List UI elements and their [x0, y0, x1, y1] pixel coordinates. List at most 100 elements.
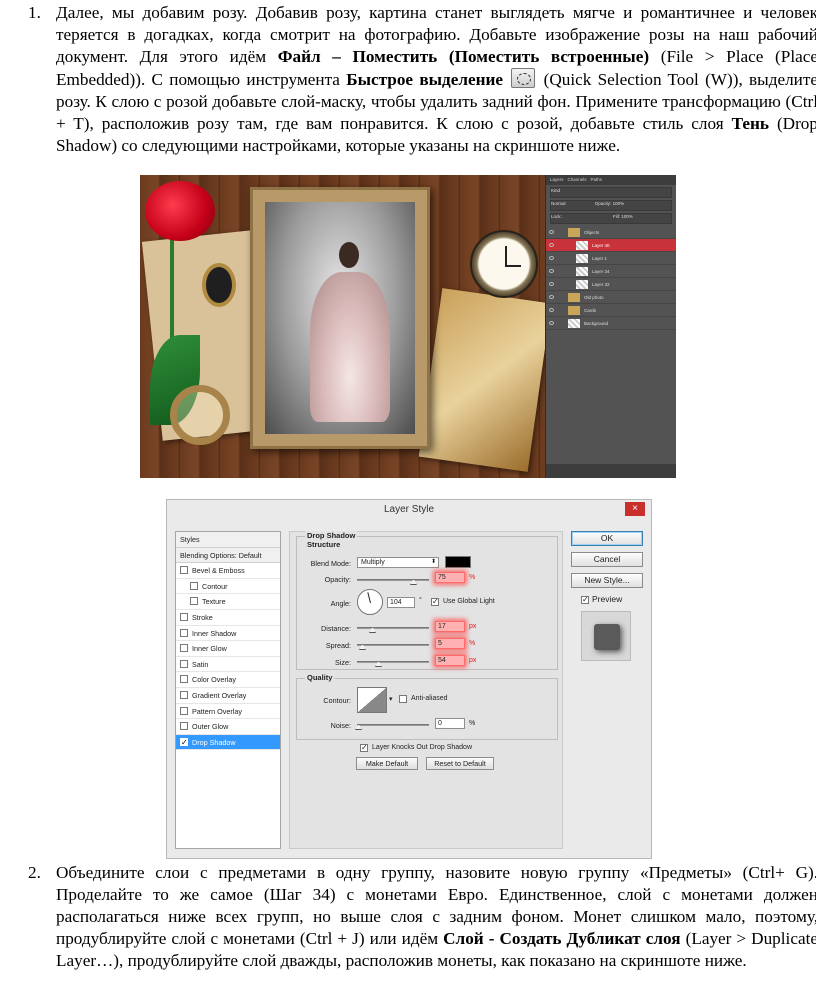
layer-filter-row[interactable]: Kind — [550, 187, 672, 198]
opacity-slider[interactable] — [357, 579, 429, 581]
anti-aliased-checkbox[interactable] — [399, 695, 407, 703]
fill-value[interactable]: 100% — [621, 214, 633, 219]
style-checkbox[interactable] — [180, 566, 188, 575]
quality-title: Quality — [305, 673, 335, 682]
style-checkbox[interactable] — [180, 690, 188, 699]
style-checkbox[interactable] — [180, 675, 188, 684]
layer-name: Old photo — [584, 295, 604, 300]
opacity-value[interactable]: 100% — [613, 201, 625, 206]
angle-degree-unit: ° — [419, 597, 422, 604]
lock-fill-row[interactable]: Lock: Fill: 100% — [550, 213, 672, 224]
style-item[interactable]: Texture — [176, 594, 280, 610]
noise-slider[interactable] — [357, 724, 429, 726]
dropdown-arrow-icon: ⬍ — [430, 559, 436, 565]
opacity-label: Opacity: — [324, 575, 351, 584]
style-item[interactable]: Bevel & Emboss — [176, 563, 280, 579]
layer-row[interactable]: Layer 40 — [546, 239, 676, 252]
layer-thumbnail — [568, 319, 580, 329]
use-global-light-checkbox[interactable]: ✓ — [431, 598, 439, 606]
layer-thumbnail — [576, 267, 588, 277]
distance-input[interactable]: 17 — [435, 621, 465, 632]
angle-input[interactable]: 104 — [387, 597, 415, 608]
layer-row[interactable]: Background — [546, 317, 676, 330]
fill-label: Fill: — [613, 214, 621, 219]
quality-group: Quality Contour: ▾ Anti-aliased Noise: 0… — [296, 673, 558, 740]
noise-label: Noise: — [330, 721, 351, 730]
contour-dropdown-icon[interactable]: ▾ — [389, 695, 393, 703]
visibility-eye-icon[interactable] — [549, 282, 554, 286]
preview-checkbox[interactable]: ✓ — [581, 596, 589, 604]
visibility-eye-icon[interactable] — [549, 256, 554, 260]
style-checkbox[interactable] — [180, 659, 188, 668]
blend-mode-label: Blend Mode: — [310, 559, 351, 568]
make-default-button[interactable]: Make Default — [356, 757, 418, 770]
style-checkbox[interactable] — [180, 612, 188, 621]
style-checkbox[interactable] — [180, 735, 188, 750]
layer-row[interactable]: Layer 32 — [546, 278, 676, 291]
opacity-input[interactable]: 75 — [435, 572, 465, 583]
step-1-number: 1. — [28, 3, 41, 22]
style-item-label: Outer Glow — [192, 722, 229, 732]
style-item[interactable]: Pattern Overlay — [176, 704, 280, 720]
cancel-button[interactable]: Cancel — [571, 552, 643, 567]
style-item[interactable]: Gradient Overlay — [176, 688, 280, 704]
style-item[interactable]: Satin — [176, 657, 280, 673]
visibility-eye-icon[interactable] — [549, 308, 554, 312]
filter-kind[interactable]: Kind — [551, 188, 560, 193]
blend-opacity-row[interactable]: Normal Opacity: 100% — [550, 200, 672, 211]
style-item[interactable]: Styles — [176, 532, 280, 548]
contour-picker[interactable] — [357, 687, 387, 713]
document-page: 1. Далее, мы добавим розу. Добавив розу,… — [0, 0, 816, 988]
style-item[interactable]: Outer Glow — [176, 719, 280, 735]
spread-slider[interactable] — [357, 644, 429, 646]
distance-slider[interactable] — [357, 627, 429, 629]
style-checkbox[interactable] — [180, 628, 188, 637]
style-item[interactable]: Inner Glow — [176, 641, 280, 657]
size-input[interactable]: 54 — [435, 655, 465, 666]
layer-row[interactable]: Layer 1 — [546, 252, 676, 265]
layer-row[interactable]: Cards — [546, 304, 676, 317]
visibility-eye-icon[interactable] — [549, 321, 554, 325]
angle-dial[interactable] — [357, 589, 383, 615]
tab-paths[interactable]: Paths — [591, 177, 603, 183]
layer-row[interactable]: Objects — [546, 226, 676, 239]
style-checkbox[interactable] — [190, 597, 198, 606]
style-item[interactable]: Blending Options: Default — [176, 547, 280, 564]
blend-mode-select[interactable]: Normal — [551, 201, 566, 206]
style-checkbox[interactable] — [180, 722, 188, 731]
visibility-eye-icon[interactable] — [549, 269, 554, 273]
drop-shadow-group: Drop Shadow Structure Blend Mode: Multipl… — [296, 531, 558, 670]
preview-toggle[interactable]: ✓ Preview — [581, 594, 622, 604]
size-unit: px — [469, 657, 477, 664]
layer-row[interactable]: Layer 34 — [546, 265, 676, 278]
close-icon[interactable]: × — [625, 502, 645, 516]
layer-row[interactable]: Old photo — [546, 291, 676, 304]
reset-to-default-button[interactable]: Reset to Default — [426, 757, 494, 770]
style-checkbox[interactable] — [190, 581, 198, 590]
woman-dress — [310, 272, 390, 422]
visibility-eye-icon[interactable] — [549, 230, 554, 234]
layers-panel-footer — [546, 464, 676, 478]
visibility-eye-icon[interactable] — [549, 243, 554, 247]
spread-input[interactable]: 5 — [435, 638, 465, 649]
style-item[interactable]: Contour — [176, 579, 280, 595]
tab-layers[interactable]: Layers — [550, 177, 564, 183]
size-slider[interactable] — [357, 661, 429, 663]
layer-thumbnail — [576, 280, 588, 290]
style-item[interactable]: Stroke — [176, 610, 280, 626]
new-style-button[interactable]: New Style... — [571, 573, 643, 588]
style-item[interactable]: Inner Shadow — [176, 626, 280, 642]
ok-button[interactable]: OK — [571, 531, 643, 546]
style-checkbox[interactable] — [180, 644, 188, 653]
cameo-pendant — [202, 263, 236, 307]
noise-input[interactable]: 0 — [435, 718, 465, 729]
style-item[interactable]: Drop Shadow — [176, 734, 280, 750]
style-item[interactable]: Color Overlay — [176, 672, 280, 688]
visibility-eye-icon[interactable] — [549, 295, 554, 299]
layer-name: Background — [584, 321, 609, 326]
style-checkbox[interactable] — [180, 706, 188, 715]
tab-channels[interactable]: Channels — [568, 177, 587, 183]
blend-mode-select[interactable]: Multiply ⬍ — [357, 557, 439, 568]
knocks-out-checkbox[interactable]: ✓ — [360, 744, 368, 752]
shadow-color-swatch[interactable] — [445, 556, 471, 568]
